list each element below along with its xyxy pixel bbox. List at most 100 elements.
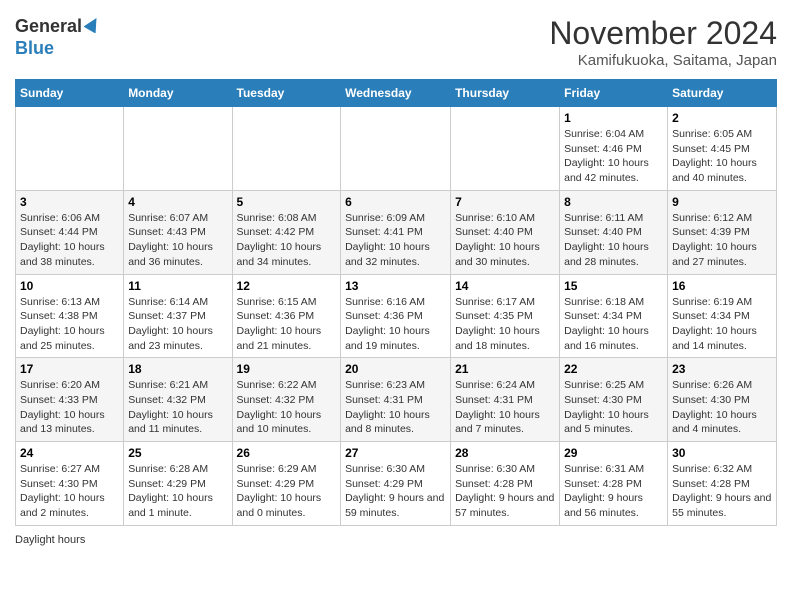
logo-general-text: General [15,16,82,37]
calendar-cell [232,107,341,191]
calendar-week-row: 1Sunrise: 6:04 AM Sunset: 4:46 PM Daylig… [16,107,777,191]
day-number: 9 [672,195,772,209]
day-number: 14 [455,279,555,293]
day-number: 21 [455,362,555,376]
calendar-header: SundayMondayTuesdayWednesdayThursdayFrid… [16,80,777,107]
calendar-cell: 15 Sunrise: 6:18 AM Sunset: 4:34 PM Dayli… [560,274,668,358]
day-info: Sunrise: 6:13 AM Sunset: 4:38 PM Dayligh… [20,295,119,354]
page-title: November 2024 [549,15,777,52]
calendar-cell: 12 Sunrise: 6:15 AM Sunset: 4:36 PM Dayli… [232,274,341,358]
day-number: 6 [345,195,446,209]
title-block: November 2024 Kamifukuoka, Saitama, Japa… [549,15,777,69]
day-number: 12 [237,279,337,293]
day-number: 29 [564,446,663,460]
day-number: 30 [672,446,772,460]
day-number: 16 [672,279,772,293]
day-info: Sunrise: 6:25 AM Sunset: 4:30 PM Dayligh… [564,378,663,437]
calendar-cell: 4 Sunrise: 6:07 AM Sunset: 4:43 PM Daylig… [124,190,232,274]
calendar-cell: 3 Sunrise: 6:06 AM Sunset: 4:44 PM Daylig… [16,190,124,274]
day-number: 4 [128,195,227,209]
calendar-day-header: Sunday [16,80,124,107]
day-number: 5 [237,195,337,209]
calendar-footer: Daylight hours [15,534,777,546]
calendar-cell: 14 Sunrise: 6:17 AM Sunset: 4:35 PM Dayli… [451,274,560,358]
day-number: 22 [564,362,663,376]
page-subtitle: Kamifukuoka, Saitama, Japan [549,52,777,69]
day-info: Sunrise: 6:26 AM Sunset: 4:30 PM Dayligh… [672,378,772,437]
logo: General Blue [15,15,102,59]
day-info: Sunrise: 6:12 AM Sunset: 4:39 PM Dayligh… [672,211,772,270]
calendar-cell [451,107,560,191]
day-info: Sunrise: 6:30 AM Sunset: 4:29 PM Dayligh… [345,462,446,521]
day-info: Sunrise: 6:20 AM Sunset: 4:33 PM Dayligh… [20,378,119,437]
calendar-cell: 17 Sunrise: 6:20 AM Sunset: 4:33 PM Dayli… [16,358,124,442]
daylight-label: Daylight hours [15,534,85,546]
calendar-cell [124,107,232,191]
calendar-cell: 16 Sunrise: 6:19 AM Sunset: 4:34 PM Dayli… [668,274,777,358]
day-info: Sunrise: 6:09 AM Sunset: 4:41 PM Dayligh… [345,211,446,270]
calendar-cell: 5 Sunrise: 6:08 AM Sunset: 4:42 PM Daylig… [232,190,341,274]
calendar-cell: 8 Sunrise: 6:11 AM Sunset: 4:40 PM Daylig… [560,190,668,274]
day-info: Sunrise: 6:24 AM Sunset: 4:31 PM Dayligh… [455,378,555,437]
calendar-cell: 26 Sunrise: 6:29 AM Sunset: 4:29 PM Dayli… [232,442,341,526]
day-number: 19 [237,362,337,376]
day-info: Sunrise: 6:06 AM Sunset: 4:44 PM Dayligh… [20,211,119,270]
day-number: 15 [564,279,663,293]
day-number: 2 [672,111,772,125]
calendar-cell: 2 Sunrise: 6:05 AM Sunset: 4:45 PM Daylig… [668,107,777,191]
day-number: 8 [564,195,663,209]
day-info: Sunrise: 6:08 AM Sunset: 4:42 PM Dayligh… [237,211,337,270]
day-info: Sunrise: 6:07 AM Sunset: 4:43 PM Dayligh… [128,211,227,270]
day-number: 25 [128,446,227,460]
calendar-cell [341,107,451,191]
calendar-cell: 29Sunrise: 6:31 AM Sunset: 4:28 PM Dayli… [560,442,668,526]
calendar-cell: 18Sunrise: 6:21 AM Sunset: 4:32 PM Dayli… [124,358,232,442]
day-number: 17 [20,362,119,376]
day-info: Sunrise: 6:22 AM Sunset: 4:32 PM Dayligh… [237,378,337,437]
calendar-cell: 9 Sunrise: 6:12 AM Sunset: 4:39 PM Daylig… [668,190,777,274]
calendar-cell: 10 Sunrise: 6:13 AM Sunset: 4:38 PM Dayli… [16,274,124,358]
day-number: 27 [345,446,446,460]
day-info: Sunrise: 6:29 AM Sunset: 4:29 PM Dayligh… [237,462,337,521]
calendar-day-header: Tuesday [232,80,341,107]
day-info: Sunrise: 6:19 AM Sunset: 4:34 PM Dayligh… [672,295,772,354]
calendar-cell: 1Sunrise: 6:04 AM Sunset: 4:46 PM Daylig… [560,107,668,191]
calendar-day-header: Saturday [668,80,777,107]
calendar-cell: 21 Sunrise: 6:24 AM Sunset: 4:31 PM Dayli… [451,358,560,442]
calendar-day-header: Monday [124,80,232,107]
day-info: Sunrise: 6:15 AM Sunset: 4:36 PM Dayligh… [237,295,337,354]
day-number: 3 [20,195,119,209]
day-number: 11 [128,279,227,293]
calendar-cell: 25 Sunrise: 6:28 AM Sunset: 4:29 PM Dayli… [124,442,232,526]
day-info: Sunrise: 6:17 AM Sunset: 4:35 PM Dayligh… [455,295,555,354]
day-info: Sunrise: 6:30 AM Sunset: 4:28 PM Dayligh… [455,462,555,521]
day-info: Sunrise: 6:28 AM Sunset: 4:29 PM Dayligh… [128,462,227,521]
day-number: 7 [455,195,555,209]
calendar-day-header: Thursday [451,80,560,107]
calendar-cell: 11Sunrise: 6:14 AM Sunset: 4:37 PM Dayli… [124,274,232,358]
day-number: 23 [672,362,772,376]
calendar-cell: 7Sunrise: 6:10 AM Sunset: 4:40 PM Daylig… [451,190,560,274]
day-number: 20 [345,362,446,376]
calendar-table: SundayMondayTuesdayWednesdayThursdayFrid… [15,79,777,526]
calendar-cell: 28Sunrise: 6:30 AM Sunset: 4:28 PM Dayli… [451,442,560,526]
day-info: Sunrise: 6:05 AM Sunset: 4:45 PM Dayligh… [672,127,772,186]
calendar-cell: 6 Sunrise: 6:09 AM Sunset: 4:41 PM Daylig… [341,190,451,274]
day-number: 26 [237,446,337,460]
day-number: 10 [20,279,119,293]
day-info: Sunrise: 6:32 AM Sunset: 4:28 PM Dayligh… [672,462,772,521]
day-number: 18 [128,362,227,376]
day-info: Sunrise: 6:11 AM Sunset: 4:40 PM Dayligh… [564,211,663,270]
calendar-day-header: Wednesday [341,80,451,107]
page-header: General Blue November 2024 Kamifukuoka, … [15,15,777,69]
calendar-cell: 19 Sunrise: 6:22 AM Sunset: 4:32 PM Dayli… [232,358,341,442]
calendar-day-header: Friday [560,80,668,107]
calendar-week-row: 10 Sunrise: 6:13 AM Sunset: 4:38 PM Dayli… [16,274,777,358]
calendar-cell: 27 Sunrise: 6:30 AM Sunset: 4:29 PM Dayli… [341,442,451,526]
day-info: Sunrise: 6:23 AM Sunset: 4:31 PM Dayligh… [345,378,446,437]
logo-icon [84,15,102,33]
day-info: Sunrise: 6:18 AM Sunset: 4:34 PM Dayligh… [564,295,663,354]
day-number: 1 [564,111,663,125]
calendar-cell: 24Sunrise: 6:27 AM Sunset: 4:30 PM Dayli… [16,442,124,526]
day-number: 24 [20,446,119,460]
